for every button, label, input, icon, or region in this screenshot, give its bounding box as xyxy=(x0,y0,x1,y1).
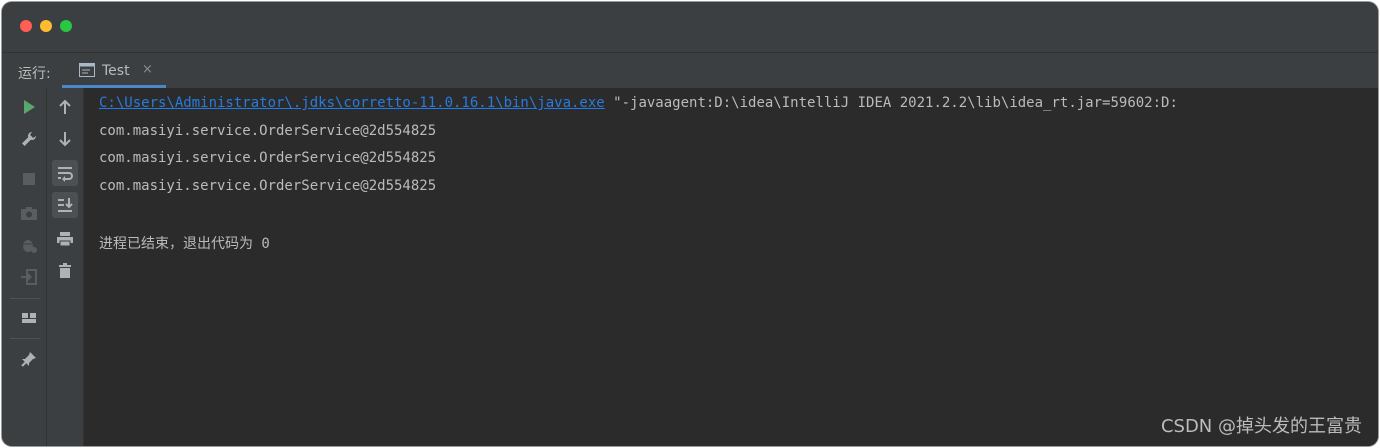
run-actions-toolbar xyxy=(2,88,47,446)
close-icon[interactable]: × xyxy=(142,62,153,77)
up-arrow-icon[interactable] xyxy=(52,94,78,120)
pin-icon[interactable] xyxy=(16,346,42,372)
console-output[interactable]: C:\Users\Administrator\.jdks\corretto-11… xyxy=(84,88,1378,446)
output-line: com.masiyi.service.OrderService@2d554825 xyxy=(99,178,437,194)
down-arrow-icon[interactable] xyxy=(52,126,78,152)
exit-icon[interactable] xyxy=(16,264,42,290)
layout-icon[interactable] xyxy=(16,305,42,331)
watermark: CSDN @掉头发的王富贵 xyxy=(1160,416,1362,437)
console-actions-toolbar xyxy=(47,88,84,446)
title-bar xyxy=(2,2,1378,52)
debug-icon[interactable] xyxy=(16,232,42,258)
zoom-window-button[interactable] xyxy=(60,20,72,32)
command-args: "-javaagent:D:\idea\IntelliJ IDEA 2021.2… xyxy=(604,95,1178,111)
print-icon[interactable] xyxy=(52,226,78,252)
rerun-icon[interactable] xyxy=(16,94,42,120)
close-window-button[interactable] xyxy=(20,20,32,32)
exit-message: 进程已结束，退出代码为 0 xyxy=(99,236,270,252)
output-line: com.masiyi.service.OrderService@2d554825 xyxy=(99,150,437,166)
stop-icon[interactable] xyxy=(16,166,42,192)
java-exe-link[interactable]: C:\Users\Administrator\.jdks\corretto-11… xyxy=(99,95,605,111)
tab-test-label: Test xyxy=(102,63,130,79)
ide-window: 运行: Test × C:\Users\Administrator\.jdks\… xyxy=(2,2,1378,446)
run-label: 运行: xyxy=(18,66,51,82)
console-tab-icon xyxy=(79,63,95,77)
scroll-to-end-icon[interactable] xyxy=(52,192,78,218)
trash-icon[interactable] xyxy=(52,257,78,283)
wrench-icon[interactable] xyxy=(16,126,42,152)
soft-wrap-icon[interactable] xyxy=(52,160,78,186)
camera-icon[interactable] xyxy=(16,200,42,226)
tab-test[interactable]: Test × xyxy=(62,53,166,88)
toolbar-separator xyxy=(10,298,40,299)
minimize-window-button[interactable] xyxy=(40,20,52,32)
output-line: com.masiyi.service.OrderService@2d554825 xyxy=(99,123,437,139)
run-tool-window-header: 运行: Test × xyxy=(2,52,1378,89)
command-line: C:\Users\Administrator\.jdks\corretto-11… xyxy=(99,95,1178,111)
toolbar-separator xyxy=(10,338,40,339)
